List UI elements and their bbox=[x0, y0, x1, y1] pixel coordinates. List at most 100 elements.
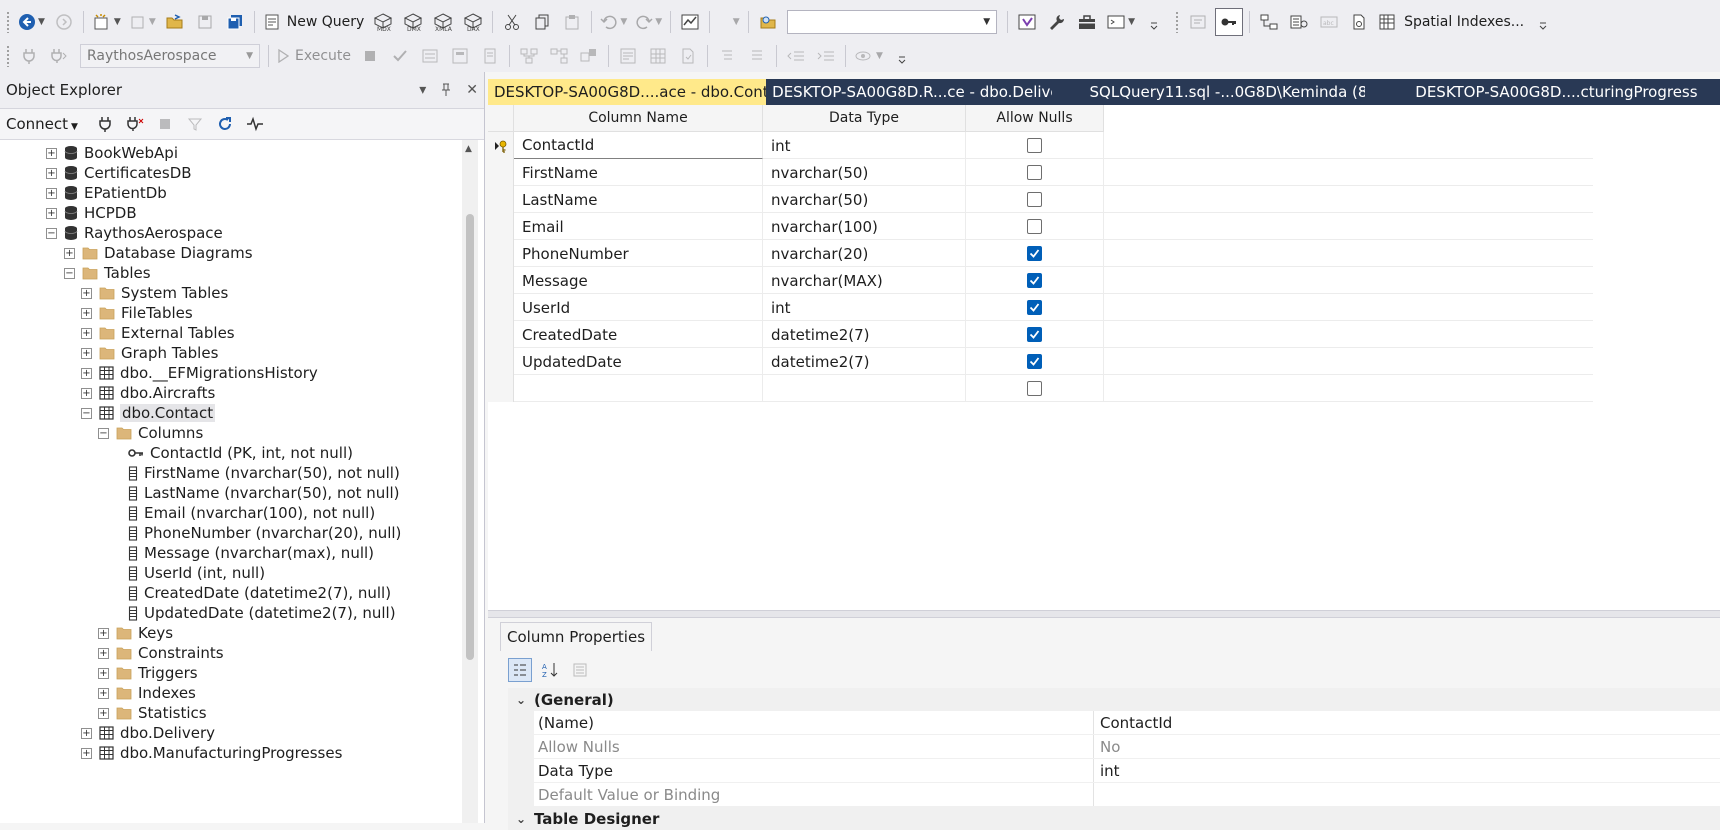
designer-row[interactable]: ContactId int bbox=[488, 132, 1593, 159]
tree-node[interactable]: + Statistics bbox=[98, 702, 207, 724]
collapse-icon[interactable]: − bbox=[81, 407, 92, 419]
tree-node[interactable]: + Keys bbox=[98, 622, 173, 644]
tree-node[interactable]: PhoneNumber (nvarchar(20), null) bbox=[128, 522, 401, 544]
decrease-indent-button[interactable] bbox=[783, 43, 809, 69]
designer-row[interactable]: PhoneNumber nvarchar(20) bbox=[488, 240, 1593, 267]
data-type-cell[interactable]: nvarchar(20) bbox=[763, 240, 966, 267]
new-query-button[interactable]: New Query bbox=[261, 9, 367, 35]
mdx-query-button[interactable]: MDX bbox=[370, 9, 396, 35]
tree-node[interactable]: UpdatedDate (datetime2(7), null) bbox=[128, 602, 396, 624]
tree-scrollbar[interactable]: ▲ bbox=[462, 140, 478, 823]
tree-node[interactable]: + Graph Tables bbox=[81, 342, 218, 364]
expand-icon[interactable]: + bbox=[46, 167, 57, 179]
collapse-chevron-icon[interactable]: ⌄ bbox=[508, 812, 534, 826]
fulltext-index-button[interactable]: abc bbox=[1316, 9, 1342, 35]
toolbar-grip-designer[interactable] bbox=[1175, 11, 1180, 33]
column-name-cell[interactable]: UserId bbox=[514, 294, 763, 321]
allow-nulls-checkbox[interactable] bbox=[1027, 219, 1042, 234]
tree-node[interactable]: Email (nvarchar(100), not null) bbox=[128, 502, 375, 524]
find-in-files-button[interactable] bbox=[755, 9, 781, 35]
command-window-button[interactable]: ▼ bbox=[1104, 9, 1137, 35]
data-type-cell[interactable]: nvarchar(MAX) bbox=[763, 267, 966, 294]
refresh-button[interactable] bbox=[212, 111, 238, 137]
tree-node[interactable]: + dbo.ManufacturingProgresses bbox=[81, 742, 342, 764]
row-selector[interactable] bbox=[488, 240, 514, 267]
property-value[interactable]: No bbox=[1094, 735, 1120, 758]
toolbar-grip[interactable] bbox=[6, 45, 10, 67]
tree-node[interactable]: + External Tables bbox=[81, 322, 235, 344]
parse-button[interactable] bbox=[387, 43, 413, 69]
tree-node[interactable]: + dbo.Aircrafts bbox=[81, 382, 215, 404]
cut-button[interactable] bbox=[499, 9, 525, 35]
live-query-stats-button[interactable] bbox=[576, 43, 602, 69]
open-file-button[interactable] bbox=[162, 9, 188, 35]
designer-row[interactable]: LastName nvarchar(50) bbox=[488, 186, 1593, 213]
filter-button[interactable] bbox=[182, 111, 208, 137]
property-pages-button[interactable] bbox=[568, 658, 592, 682]
data-type-cell[interactable]: nvarchar(50) bbox=[763, 159, 966, 186]
designer-row[interactable]: FirstName nvarchar(50) bbox=[488, 159, 1593, 186]
pin-icon[interactable] bbox=[440, 83, 452, 97]
tree-node[interactable]: + HCPDB bbox=[46, 202, 137, 224]
expand-icon[interactable]: + bbox=[98, 667, 109, 679]
tree-node[interactable]: + Indexes bbox=[98, 682, 196, 704]
connect-button[interactable] bbox=[16, 43, 42, 69]
collapse-icon[interactable]: − bbox=[64, 267, 75, 279]
dmx-query-button[interactable]: DMX bbox=[400, 9, 426, 35]
expand-icon[interactable]: + bbox=[46, 207, 57, 219]
display-estimated-plan-button[interactable] bbox=[417, 43, 443, 69]
back-button[interactable]: ▼ bbox=[16, 9, 47, 35]
connect-dropdown[interactable]: Connect ▼ bbox=[6, 115, 78, 133]
expand-icon[interactable]: + bbox=[98, 627, 109, 639]
connect-plug-button[interactable] bbox=[92, 111, 118, 137]
tree-node[interactable]: LastName (nvarchar(50), not null) bbox=[128, 482, 400, 504]
save-button[interactable] bbox=[192, 9, 218, 35]
tree-node[interactable]: FirstName (nvarchar(50), not null) bbox=[128, 462, 400, 484]
results-to-file-button[interactable] bbox=[675, 43, 701, 69]
toolbar-grip[interactable] bbox=[6, 11, 10, 33]
manage-indexes-button[interactable] bbox=[1286, 9, 1312, 35]
activity-monitor-button[interactable] bbox=[242, 111, 268, 137]
row-selector[interactable] bbox=[488, 132, 514, 159]
data-type-cell[interactable]: nvarchar(50) bbox=[763, 186, 966, 213]
query-options-button[interactable] bbox=[477, 43, 503, 69]
tree-node[interactable]: − dbo.Contact bbox=[81, 402, 216, 424]
allow-nulls-checkbox[interactable] bbox=[1027, 138, 1042, 153]
column-name-cell[interactable] bbox=[514, 375, 763, 402]
tree-node[interactable]: ContactId (PK, int, not null) bbox=[128, 442, 353, 464]
column-name-cell[interactable]: UpdatedDate bbox=[514, 348, 763, 375]
data-type-cell[interactable] bbox=[763, 375, 966, 402]
column-name-cell[interactable]: LastName bbox=[514, 186, 763, 213]
property-row[interactable]: Default Value or Binding bbox=[508, 783, 1720, 807]
xml-indexes-button[interactable] bbox=[1346, 9, 1372, 35]
collapse-icon[interactable]: − bbox=[46, 227, 57, 239]
toolbox-button[interactable] bbox=[1074, 9, 1100, 35]
collapse-chevron-icon[interactable]: ⌄ bbox=[508, 693, 534, 707]
property-row[interactable]: Data Type int bbox=[508, 759, 1720, 783]
close-icon[interactable]: ✕ bbox=[466, 82, 478, 98]
property-row[interactable]: (Name) ContactId bbox=[508, 711, 1720, 735]
expand-icon[interactable]: + bbox=[64, 247, 75, 259]
designer-splitter[interactable] bbox=[488, 610, 1720, 618]
property-row[interactable]: Allow Nulls No bbox=[508, 735, 1720, 759]
execute-button[interactable]: Execute bbox=[275, 43, 353, 69]
xmla-query-button[interactable]: XMLA bbox=[430, 9, 456, 35]
row-selector[interactable] bbox=[488, 159, 514, 186]
tree-node[interactable]: UserId (int, null) bbox=[128, 562, 265, 584]
uncomment-lines-button[interactable] bbox=[744, 43, 770, 69]
column-name-cell[interactable]: CreatedDate bbox=[514, 321, 763, 348]
document-tab[interactable]: DESKTOP-SA00G8D.R...ce - dbo.Delivery bbox=[766, 79, 1051, 105]
expand-icon[interactable]: + bbox=[98, 687, 109, 699]
tree-node[interactable]: CreatedDate (datetime2(7), null) bbox=[128, 582, 391, 604]
expand-icon[interactable]: + bbox=[81, 307, 92, 319]
row-selector[interactable] bbox=[488, 294, 514, 321]
tree-node[interactable]: + FileTables bbox=[81, 302, 193, 324]
expand-icon[interactable]: + bbox=[81, 727, 92, 739]
toolbar-overflow-button[interactable] bbox=[1141, 9, 1167, 35]
visual-studio-button[interactable] bbox=[1014, 9, 1040, 35]
data-type-cell[interactable]: datetime2(7) bbox=[763, 348, 966, 375]
set-primary-key-button[interactable] bbox=[1215, 8, 1244, 36]
row-selector[interactable] bbox=[488, 186, 514, 213]
expand-icon[interactable]: + bbox=[81, 327, 92, 339]
row-selector[interactable] bbox=[488, 348, 514, 375]
